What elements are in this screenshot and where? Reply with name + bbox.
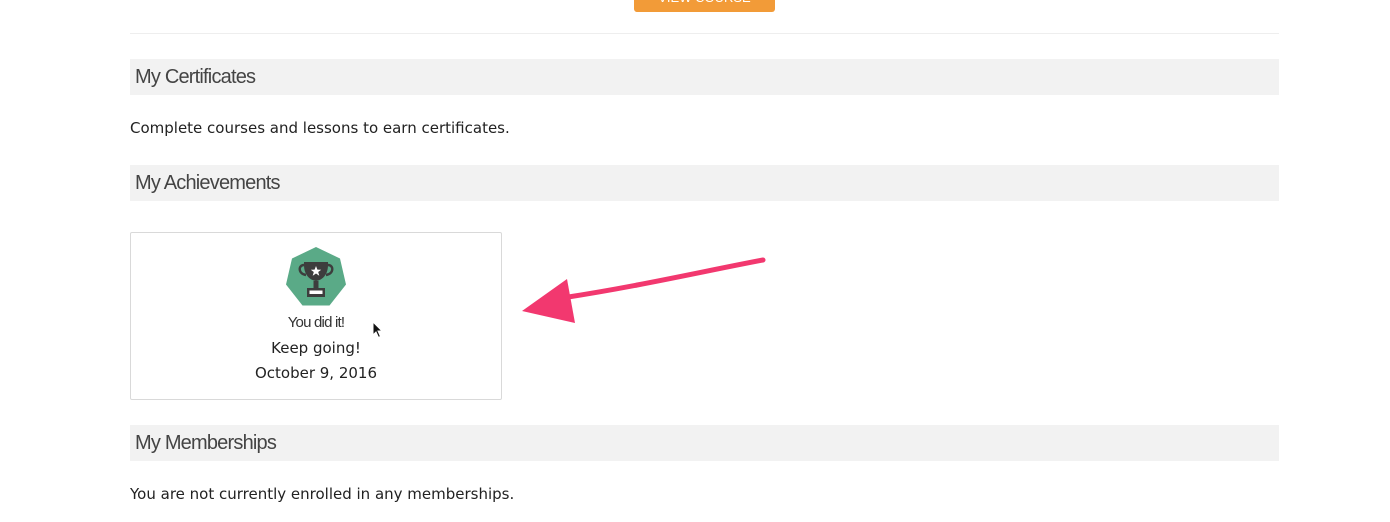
achievement-card[interactable]: You did it! Keep going! October 9, 2016 (130, 232, 502, 400)
memberships-heading: My Memberships (130, 425, 1279, 461)
mouse-cursor-icon (372, 321, 384, 339)
achievement-title: You did it! (287, 314, 345, 331)
certificates-heading: My Certificates (130, 59, 1279, 95)
memberships-empty-text: You are not currently enrolled in any me… (130, 485, 515, 503)
achievement-message: Keep going! (271, 339, 361, 357)
dashboard-page: VIEW COURSE My Certificates Complete cou… (0, 0, 1390, 522)
achievement-date: October 9, 2016 (254, 364, 378, 382)
view-course-button[interactable]: VIEW COURSE (634, 0, 775, 12)
achievements-heading: My Achievements (130, 165, 1279, 201)
certificates-empty-text: Complete courses and lessons to earn cer… (130, 119, 510, 137)
divider (130, 33, 1279, 34)
trophy-icon (286, 247, 346, 306)
